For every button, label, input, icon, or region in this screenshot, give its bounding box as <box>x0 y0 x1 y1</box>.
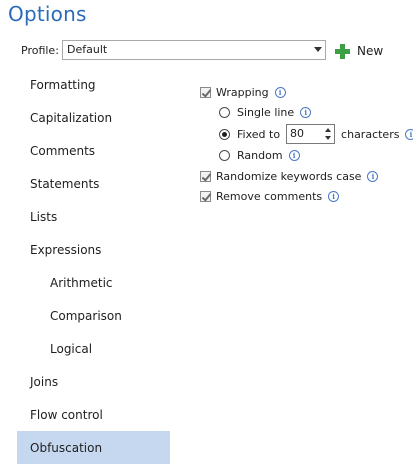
sidebar-item-formatting[interactable]: Formatting <box>17 68 170 101</box>
info-icon[interactable]: i <box>274 86 286 98</box>
sidebar-item-comments[interactable]: Comments <box>17 134 170 167</box>
fixed-to-label[interactable]: Fixed to <box>237 128 280 141</box>
options-sidebar: Formatting Capitalization Comments State… <box>17 68 170 464</box>
fixed-to-stepper[interactable]: 80 <box>286 124 336 144</box>
check-icon <box>201 170 212 182</box>
info-icon[interactable]: i <box>300 106 312 118</box>
sidebar-item-statements[interactable]: Statements <box>17 167 170 200</box>
wrapping-checkbox[interactable] <box>200 86 212 98</box>
check-icon <box>201 86 212 98</box>
new-profile-button[interactable]: New <box>334 41 383 61</box>
single-line-radio[interactable] <box>219 106 230 118</box>
profile-value: Default <box>67 43 108 56</box>
new-profile-label: New <box>357 44 384 58</box>
plus-icon <box>334 43 351 60</box>
remove-comments-row: Remove comments i <box>200 188 340 204</box>
profile-dropdown[interactable]: Default <box>62 40 326 60</box>
random-label[interactable]: Random <box>237 149 283 162</box>
sidebar-item-capitalization[interactable]: Capitalization <box>17 101 170 134</box>
chevron-up-icon[interactable] <box>325 128 332 132</box>
chevron-down-icon[interactable] <box>325 136 332 140</box>
sidebar-item-arithmetic[interactable]: Arithmetic <box>17 266 170 299</box>
fixed-to-radio[interactable] <box>219 128 230 140</box>
wrapping-row: Wrapping i <box>200 84 286 100</box>
sidebar-item-lists[interactable]: Lists <box>17 200 170 233</box>
remove-comments-label[interactable]: Remove comments <box>216 190 322 203</box>
characters-label: characters <box>341 127 400 141</box>
random-radio[interactable] <box>219 149 230 161</box>
page-title: Options <box>8 2 87 26</box>
info-icon[interactable]: i <box>367 170 379 182</box>
check-icon <box>201 190 212 202</box>
sidebar-item-obfuscation[interactable]: Obfuscation <box>17 431 170 464</box>
sidebar-item-logical[interactable]: Logical <box>17 332 170 365</box>
single-line-row: Single line i <box>219 104 312 120</box>
sidebar-item-flow-control[interactable]: Flow control <box>17 398 170 431</box>
randomize-keywords-row: Randomize keywords case i <box>200 168 379 184</box>
profile-label: Profile: <box>21 44 59 57</box>
randomize-keywords-checkbox[interactable] <box>200 170 212 182</box>
remove-comments-checkbox[interactable] <box>200 190 212 202</box>
sidebar-item-expressions[interactable]: Expressions <box>17 233 170 266</box>
fixed-to-row: Fixed to 80 characters i <box>219 124 413 144</box>
wrapping-label[interactable]: Wrapping <box>216 86 269 99</box>
chevron-down-icon[interactable] <box>314 47 322 52</box>
stepper-buttons[interactable] <box>324 127 332 141</box>
single-line-label[interactable]: Single line <box>237 106 294 119</box>
fixed-to-value[interactable]: 80 <box>290 127 304 140</box>
radio-selected-dot <box>222 131 227 137</box>
sidebar-item-comparison[interactable]: Comparison <box>17 299 170 332</box>
sidebar-item-joins[interactable]: Joins <box>17 365 170 398</box>
random-row: Random i <box>219 147 300 163</box>
info-icon[interactable]: i <box>405 128 413 140</box>
info-icon[interactable]: i <box>328 190 340 202</box>
info-icon[interactable]: i <box>288 149 300 161</box>
randomize-keywords-label[interactable]: Randomize keywords case <box>216 170 361 183</box>
